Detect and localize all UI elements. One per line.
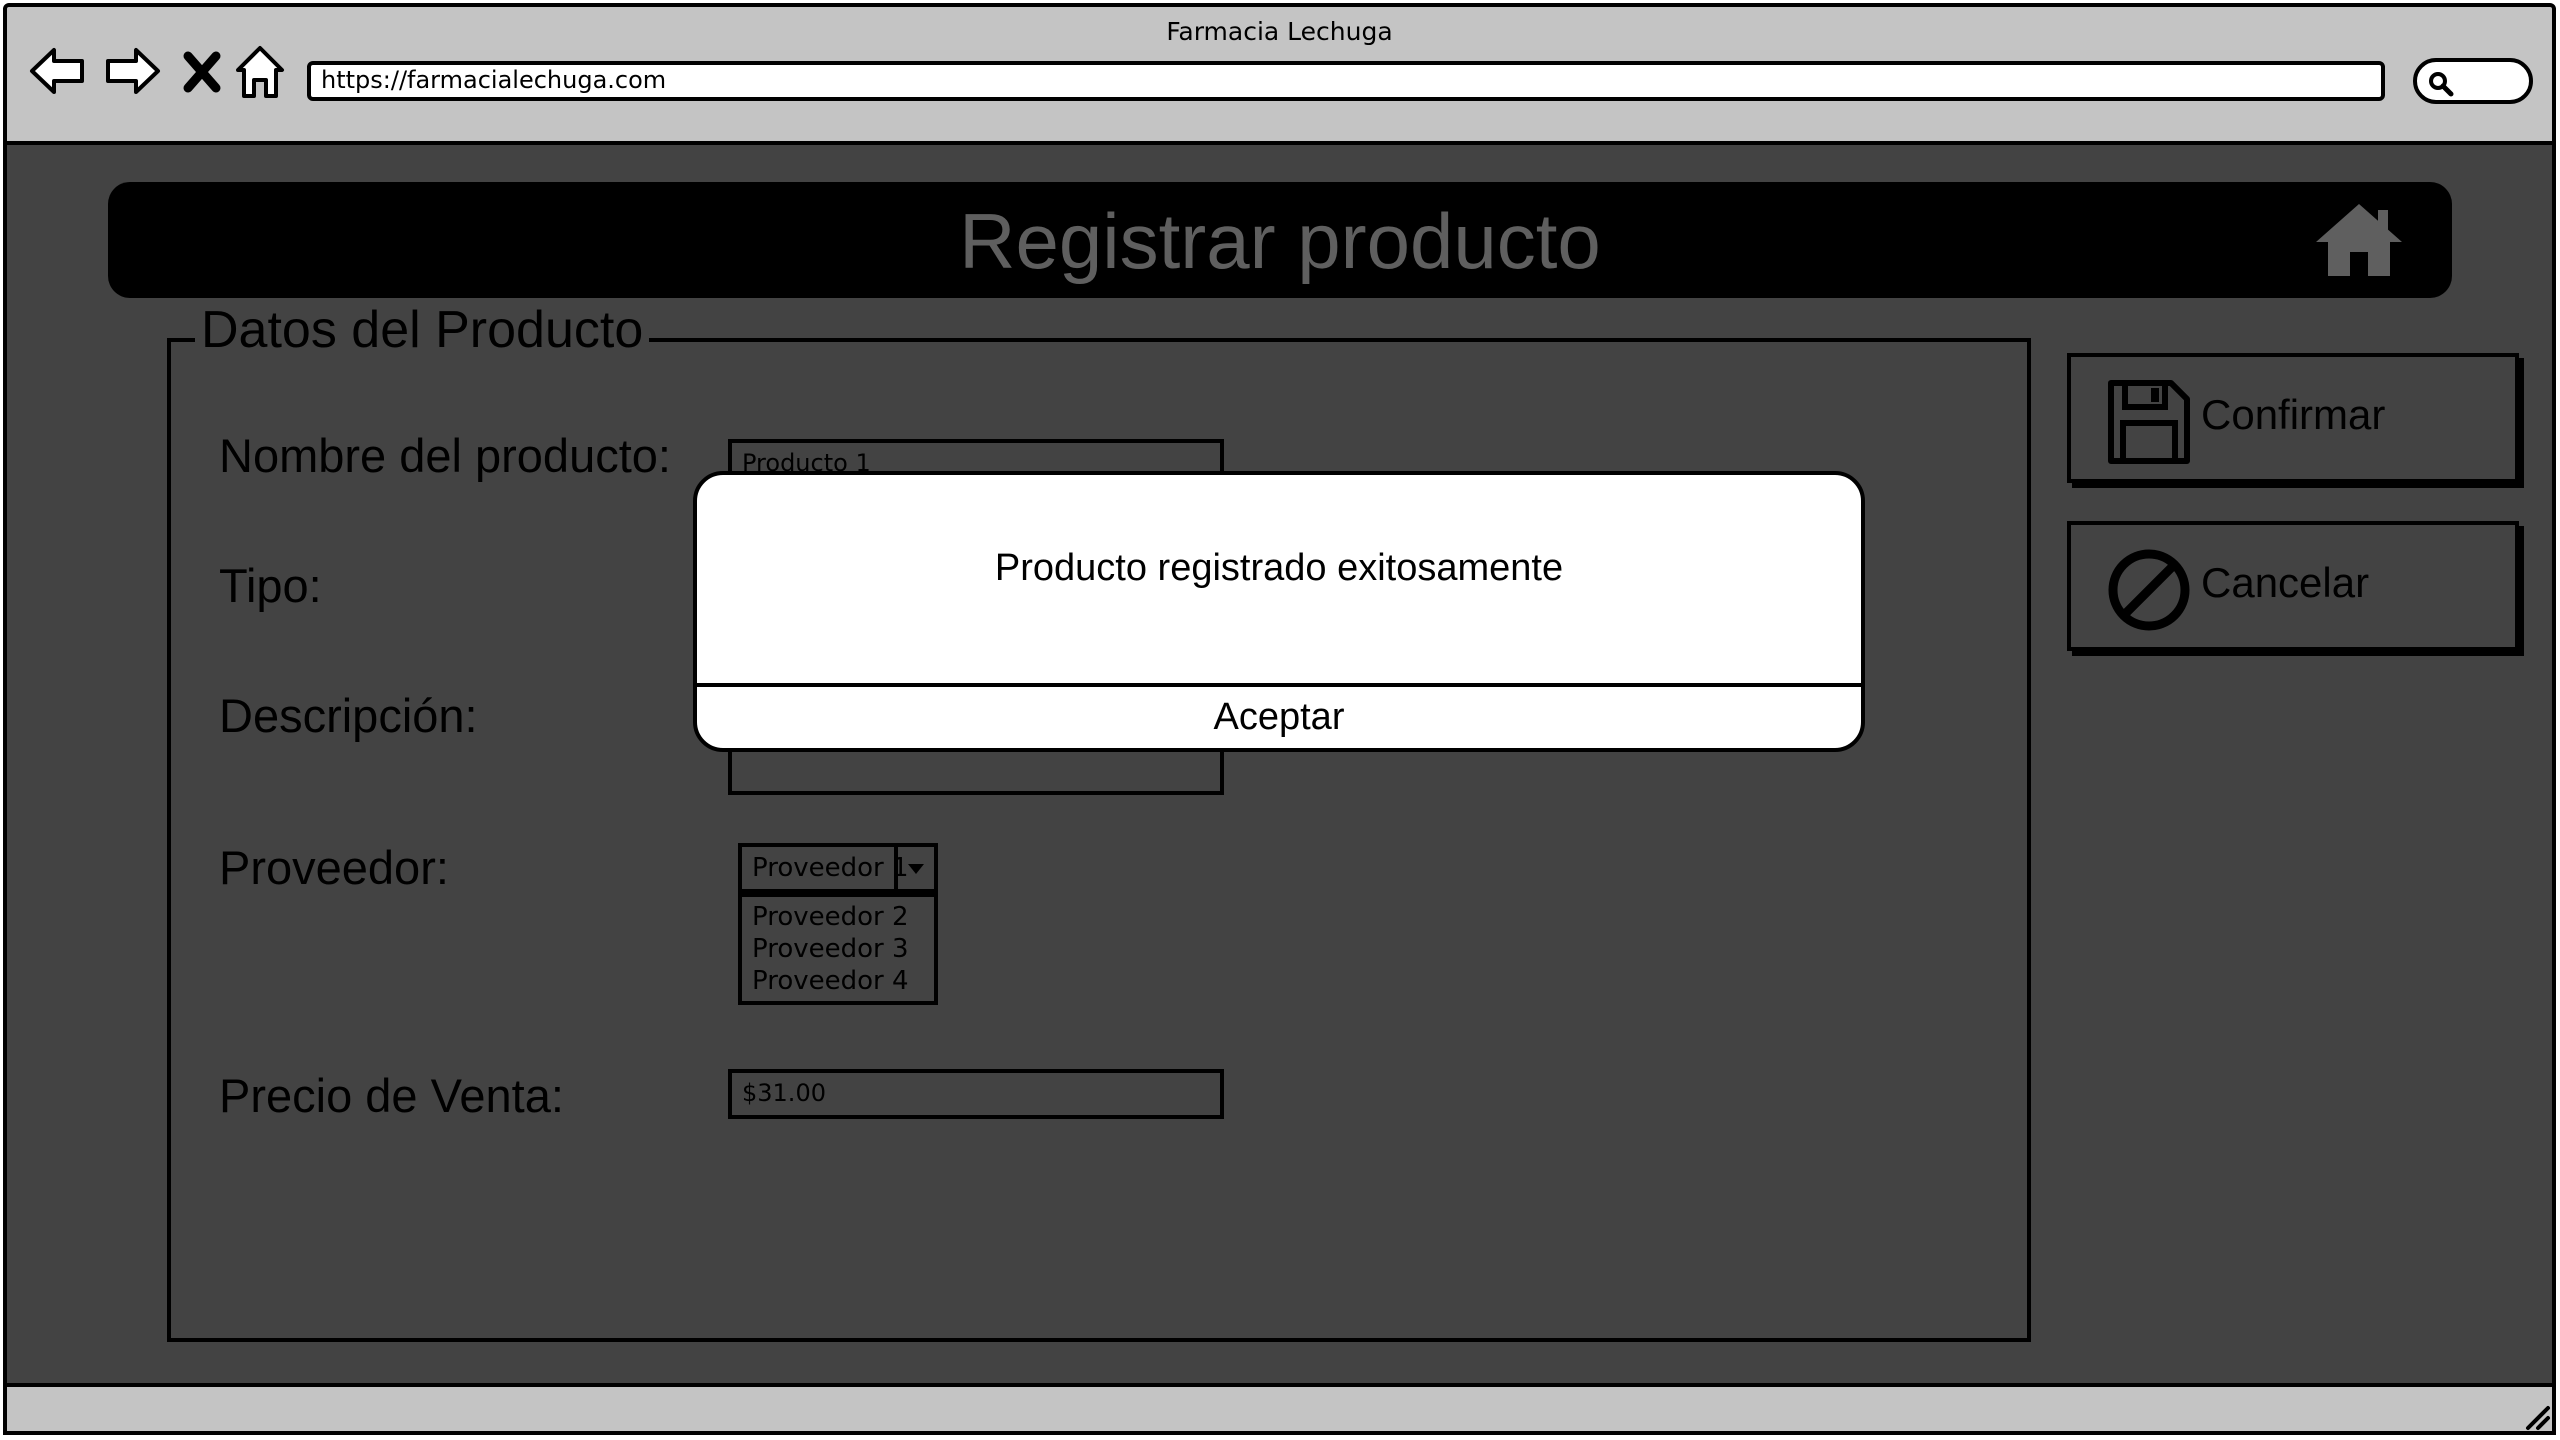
browser-search-button[interactable] <box>2413 58 2533 104</box>
price-label: Precio de Venta: <box>219 1069 564 1122</box>
supplier-options-list: Proveedor 2 Proveedor 3 Proveedor 4 <box>738 893 938 1005</box>
supplier-option[interactable]: Proveedor 3 <box>752 933 934 965</box>
confirm-label: Confirmar <box>2201 391 2386 438</box>
search-icon <box>2429 72 2454 97</box>
page-title: Registrar producto <box>959 197 1601 285</box>
home-icon[interactable] <box>2312 200 2406 284</box>
confirm-button[interactable]: Confirmar <box>2067 353 2519 483</box>
supplier-option[interactable]: Proveedor 2 <box>752 901 934 933</box>
home-icon[interactable] <box>232 40 292 102</box>
prohibited-icon <box>2107 547 2191 637</box>
resize-grip-icon[interactable] <box>2522 1402 2552 1436</box>
close-x-icon[interactable] <box>178 40 238 102</box>
supplier-select[interactable]: Proveedor 1 <box>738 843 938 893</box>
browser-status-bar <box>3 1383 2556 1435</box>
type-label: Tipo: <box>219 559 322 612</box>
description-label: Descripción: <box>219 689 478 742</box>
chevron-down-icon[interactable] <box>894 847 934 889</box>
supplier-option[interactable]: Proveedor 4 <box>752 965 934 997</box>
accept-button[interactable]: Aceptar <box>697 687 1861 748</box>
dialog-message: Producto registrado exitosamente <box>994 547 1564 589</box>
cancel-label: Cancelar <box>2201 559 2370 606</box>
description-input[interactable] <box>728 745 1224 795</box>
price-input[interactable]: $31.00 <box>728 1069 1224 1119</box>
forward-arrow-icon[interactable] <box>102 40 162 102</box>
supplier-selected-value: Proveedor 1 <box>752 853 909 883</box>
supplier-label: Proveedor: <box>219 841 449 894</box>
success-dialog: Producto registrado exitosamente Aceptar <box>693 471 1865 752</box>
group-legend: Datos del Producto <box>195 300 650 360</box>
cancel-button[interactable]: Cancelar <box>2067 521 2519 651</box>
browser-window: Farmacia Lechuga https://farmacialechuga… <box>0 0 2560 1440</box>
back-arrow-icon[interactable] <box>28 40 88 102</box>
page-header-banner: Registrar producto <box>108 182 2452 298</box>
product-name-label: Nombre del producto: <box>219 429 671 482</box>
window-title: Farmacia Lechuga <box>1166 17 1393 46</box>
floppy-disk-icon <box>2107 379 2191 469</box>
address-bar[interactable]: https://farmacialechuga.com <box>307 61 2385 101</box>
